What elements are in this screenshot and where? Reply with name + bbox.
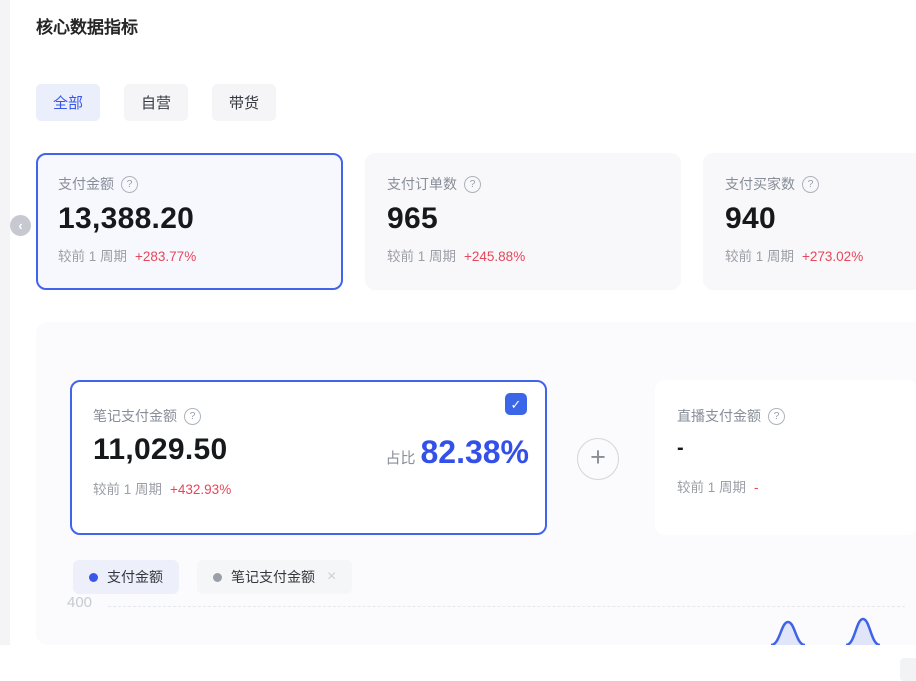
- metric-value: 965: [387, 201, 681, 237]
- metric-card-header: 支付买家数 ?: [725, 174, 916, 194]
- metric-label: 直播支付金额: [677, 406, 761, 426]
- breakdown-section: ✓ 笔记支付金额 ? 11,029.50 占比 82.38% 较前 1 周期 +…: [36, 322, 916, 645]
- metric-value: 11,029.50: [93, 432, 228, 468]
- metric-label: 支付买家数: [725, 174, 795, 194]
- chevron-left-icon: ‹: [18, 219, 22, 232]
- delta-value: +245.88%: [464, 249, 525, 264]
- metric-label: 支付订单数: [387, 174, 457, 194]
- share-label: 占比: [385, 447, 415, 468]
- help-icon[interactable]: ?: [464, 176, 481, 193]
- metric-label: 笔记支付金额: [93, 406, 177, 426]
- tab-self-operated[interactable]: 自营: [124, 84, 188, 121]
- metric-card-header: 笔记支付金额 ?: [93, 406, 545, 426]
- metric-compare-row: 较前 1 周期 +273.02%: [725, 245, 916, 265]
- legend-tag-payment-amount[interactable]: 支付金额: [73, 560, 179, 594]
- page-title: 核心数据指标: [36, 13, 138, 38]
- help-icon[interactable]: ?: [121, 176, 138, 193]
- legend-label: 支付金额: [107, 567, 163, 587]
- plus-icon: +: [590, 444, 606, 471]
- tab-all[interactable]: 全部: [36, 84, 100, 121]
- note-card-checkbox[interactable]: ✓: [505, 393, 527, 415]
- compare-label: 较前 1 周期: [387, 245, 456, 265]
- chart-gridline: [108, 606, 905, 607]
- delta-value: +273.02%: [802, 249, 863, 264]
- metric-cards-row: 支付金额 ? 13,388.20 较前 1 周期 +283.77% 支付订单数 …: [36, 153, 916, 290]
- delta-value: +283.77%: [135, 249, 196, 264]
- metric-card-note-payment-amount[interactable]: ✓ 笔记支付金额 ? 11,029.50 占比 82.38% 较前 1 周期 +…: [70, 380, 547, 535]
- legend-dot-icon: [213, 573, 222, 582]
- tab-affiliate[interactable]: 带货: [212, 84, 276, 121]
- metric-card-header: 支付订单数 ?: [387, 174, 681, 194]
- metric-compare-row: 较前 1 周期 +432.93%: [93, 478, 545, 498]
- metric-card-live-payment-amount[interactable]: 直播支付金额 ? - 较前 1 周期 -: [655, 380, 916, 535]
- share-value: 82.38%: [420, 436, 529, 468]
- help-icon[interactable]: ?: [802, 176, 819, 193]
- metric-value: -: [677, 438, 916, 458]
- scrollbar-corner[interactable]: [900, 658, 916, 681]
- help-icon[interactable]: ?: [768, 408, 785, 425]
- metric-compare-row: 较前 1 周期 -: [677, 476, 916, 496]
- legend-label: 笔记支付金额: [231, 567, 315, 587]
- metric-label: 支付金额: [58, 174, 114, 194]
- core-metrics-panel: 核心数据指标 全部 自营 带货 ‹ 支付金额 ? 13,388.20 较前 1 …: [0, 0, 916, 681]
- metric-card-header: 直播支付金额 ?: [677, 406, 916, 426]
- page-background-edge: [0, 0, 10, 645]
- compare-label: 较前 1 周期: [725, 245, 794, 265]
- metric-compare-row: 较前 1 周期 +283.77%: [58, 245, 341, 265]
- metric-card-payment-amount[interactable]: 支付金额 ? 13,388.20 较前 1 周期 +283.77%: [36, 153, 343, 290]
- close-icon[interactable]: ×: [327, 569, 336, 585]
- payment-line-chart-peaks: [736, 612, 916, 645]
- compare-label: 较前 1 周期: [677, 476, 746, 496]
- note-value-row: 11,029.50 占比 82.38%: [93, 432, 545, 468]
- help-icon[interactable]: ?: [184, 408, 201, 425]
- metric-value: 13,388.20: [58, 201, 341, 237]
- delta-value: +432.93%: [170, 482, 231, 497]
- y-axis-tick-label: 400: [67, 594, 92, 611]
- metric-card-payment-orders[interactable]: 支付订单数 ? 965 较前 1 周期 +245.88%: [365, 153, 681, 290]
- share-group: 占比 82.38%: [385, 436, 529, 468]
- add-metric-button[interactable]: +: [577, 438, 619, 480]
- metric-value: 940: [725, 201, 916, 237]
- carousel-scroll-left-button[interactable]: ‹: [10, 215, 31, 236]
- delta-value: -: [754, 480, 759, 495]
- chart-legend: 支付金额 笔记支付金额 ×: [73, 560, 352, 594]
- metric-card-header: 支付金额 ?: [58, 174, 341, 194]
- metric-card-payment-buyers[interactable]: 支付买家数 ? 940 较前 1 周期 +273.02%: [703, 153, 916, 290]
- metric-compare-row: 较前 1 周期 +245.88%: [387, 245, 681, 265]
- checkmark-icon: ✓: [511, 398, 522, 411]
- legend-dot-icon: [89, 573, 98, 582]
- legend-tag-note-payment-amount[interactable]: 笔记支付金额 ×: [197, 560, 352, 594]
- compare-label: 较前 1 周期: [93, 478, 162, 498]
- scope-filter-tabs: 全部 自营 带货: [36, 84, 276, 121]
- compare-label: 较前 1 周期: [58, 245, 127, 265]
